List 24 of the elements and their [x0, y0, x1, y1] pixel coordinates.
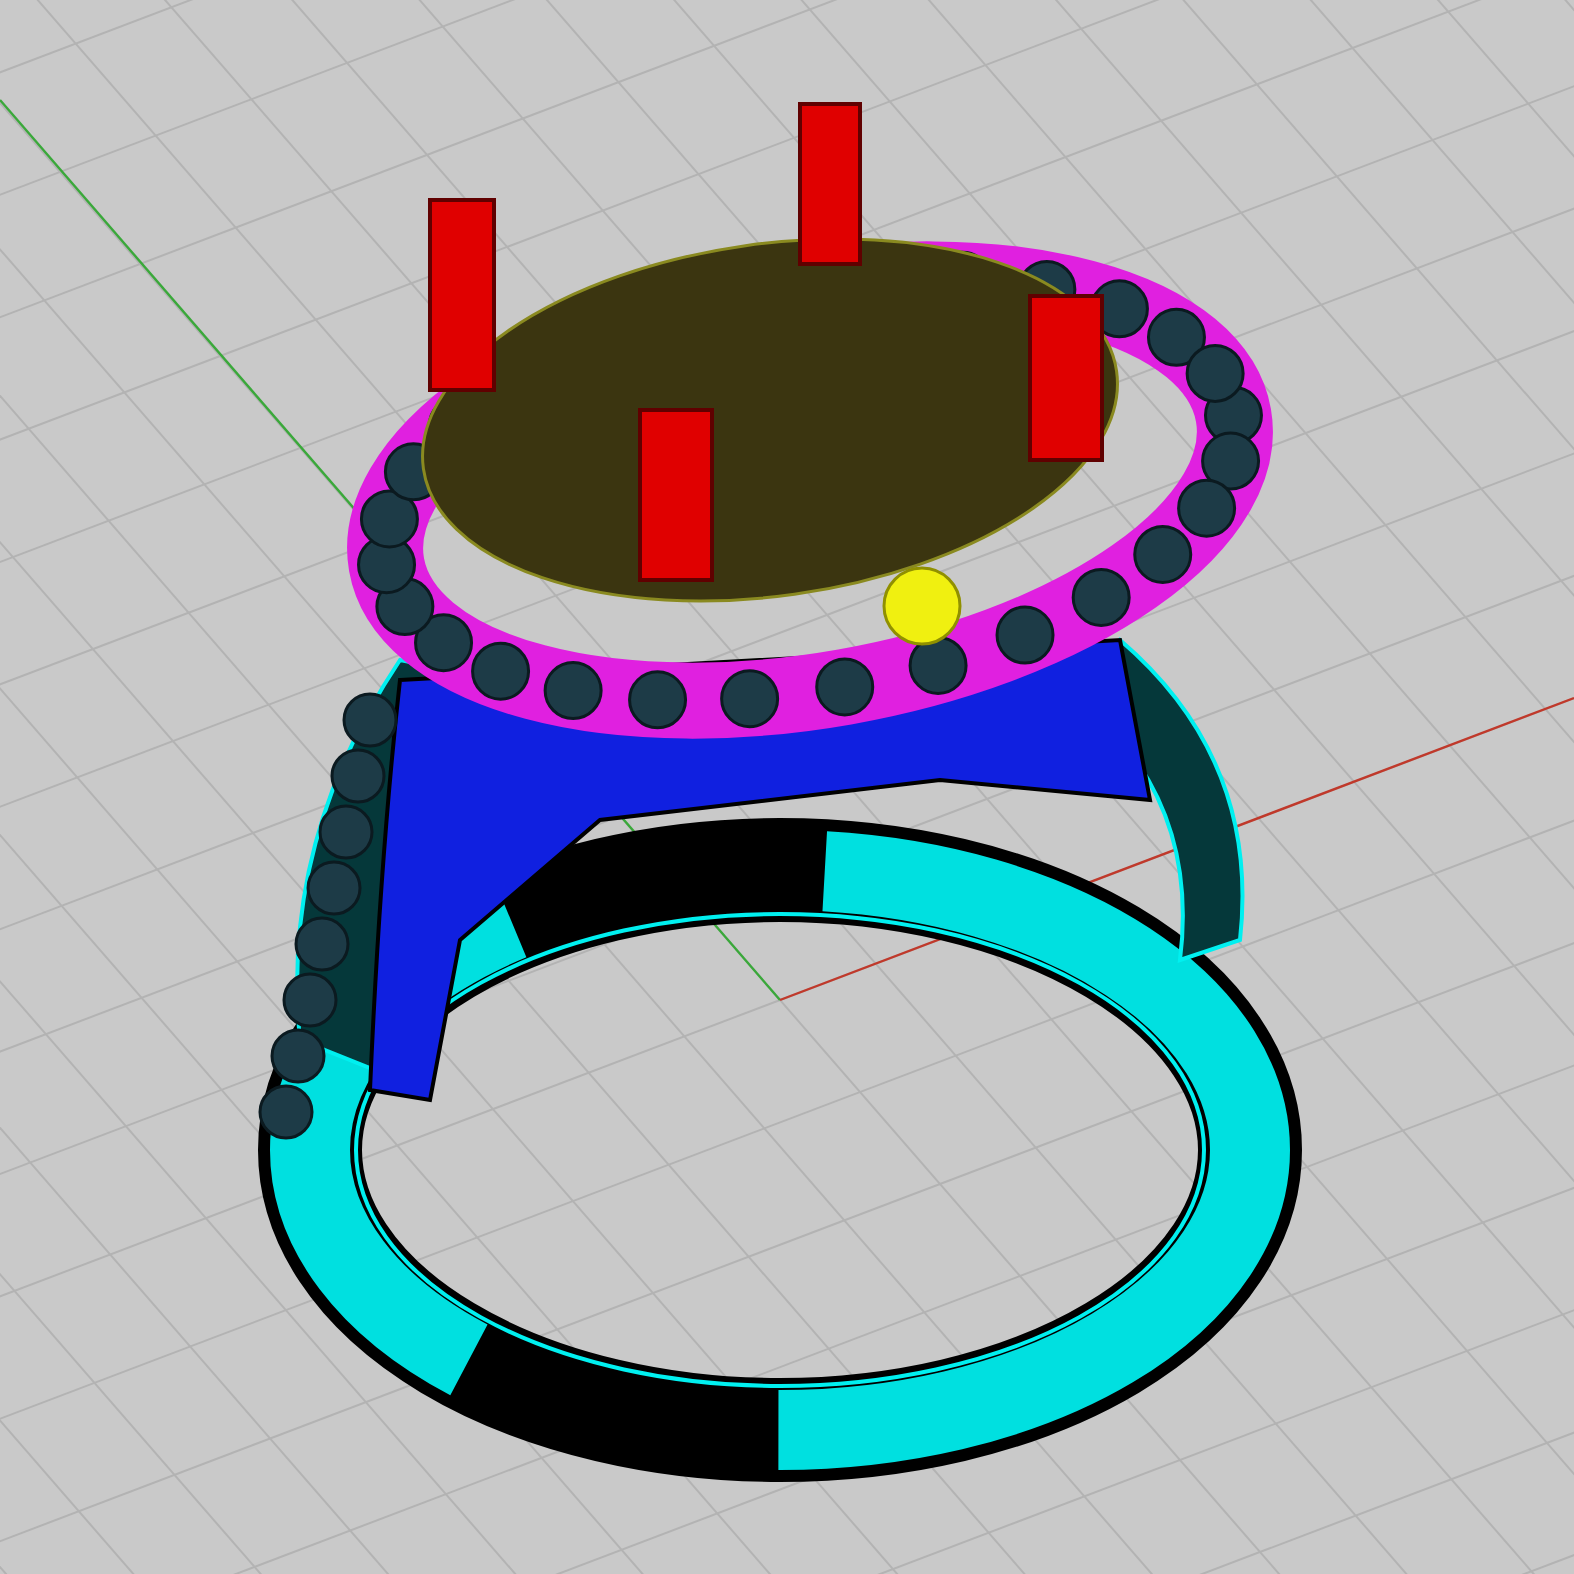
gemstone	[1146, 307, 1206, 367]
gemstone	[995, 605, 1055, 665]
gemstone	[282, 972, 338, 1028]
gemstone	[1177, 478, 1237, 538]
gemstone	[628, 670, 688, 730]
gemstone	[720, 669, 780, 729]
gemstone	[306, 860, 362, 916]
gemstone	[342, 692, 398, 748]
gemstone	[1201, 431, 1261, 491]
gemstone	[1133, 524, 1193, 584]
gemstone	[270, 1028, 326, 1084]
gemstone	[908, 635, 968, 695]
gemstone	[330, 748, 386, 804]
highlighted-gemstone	[882, 566, 962, 646]
gemstone	[1185, 343, 1245, 403]
gemstone	[543, 661, 603, 721]
gemstone	[414, 613, 474, 673]
gemstone	[815, 657, 875, 717]
gemstone	[294, 916, 350, 972]
gemstone	[318, 804, 374, 860]
gemstone	[359, 489, 419, 549]
gemstone	[258, 1084, 314, 1140]
gemstone	[471, 641, 531, 701]
gemstone	[1071, 567, 1131, 627]
